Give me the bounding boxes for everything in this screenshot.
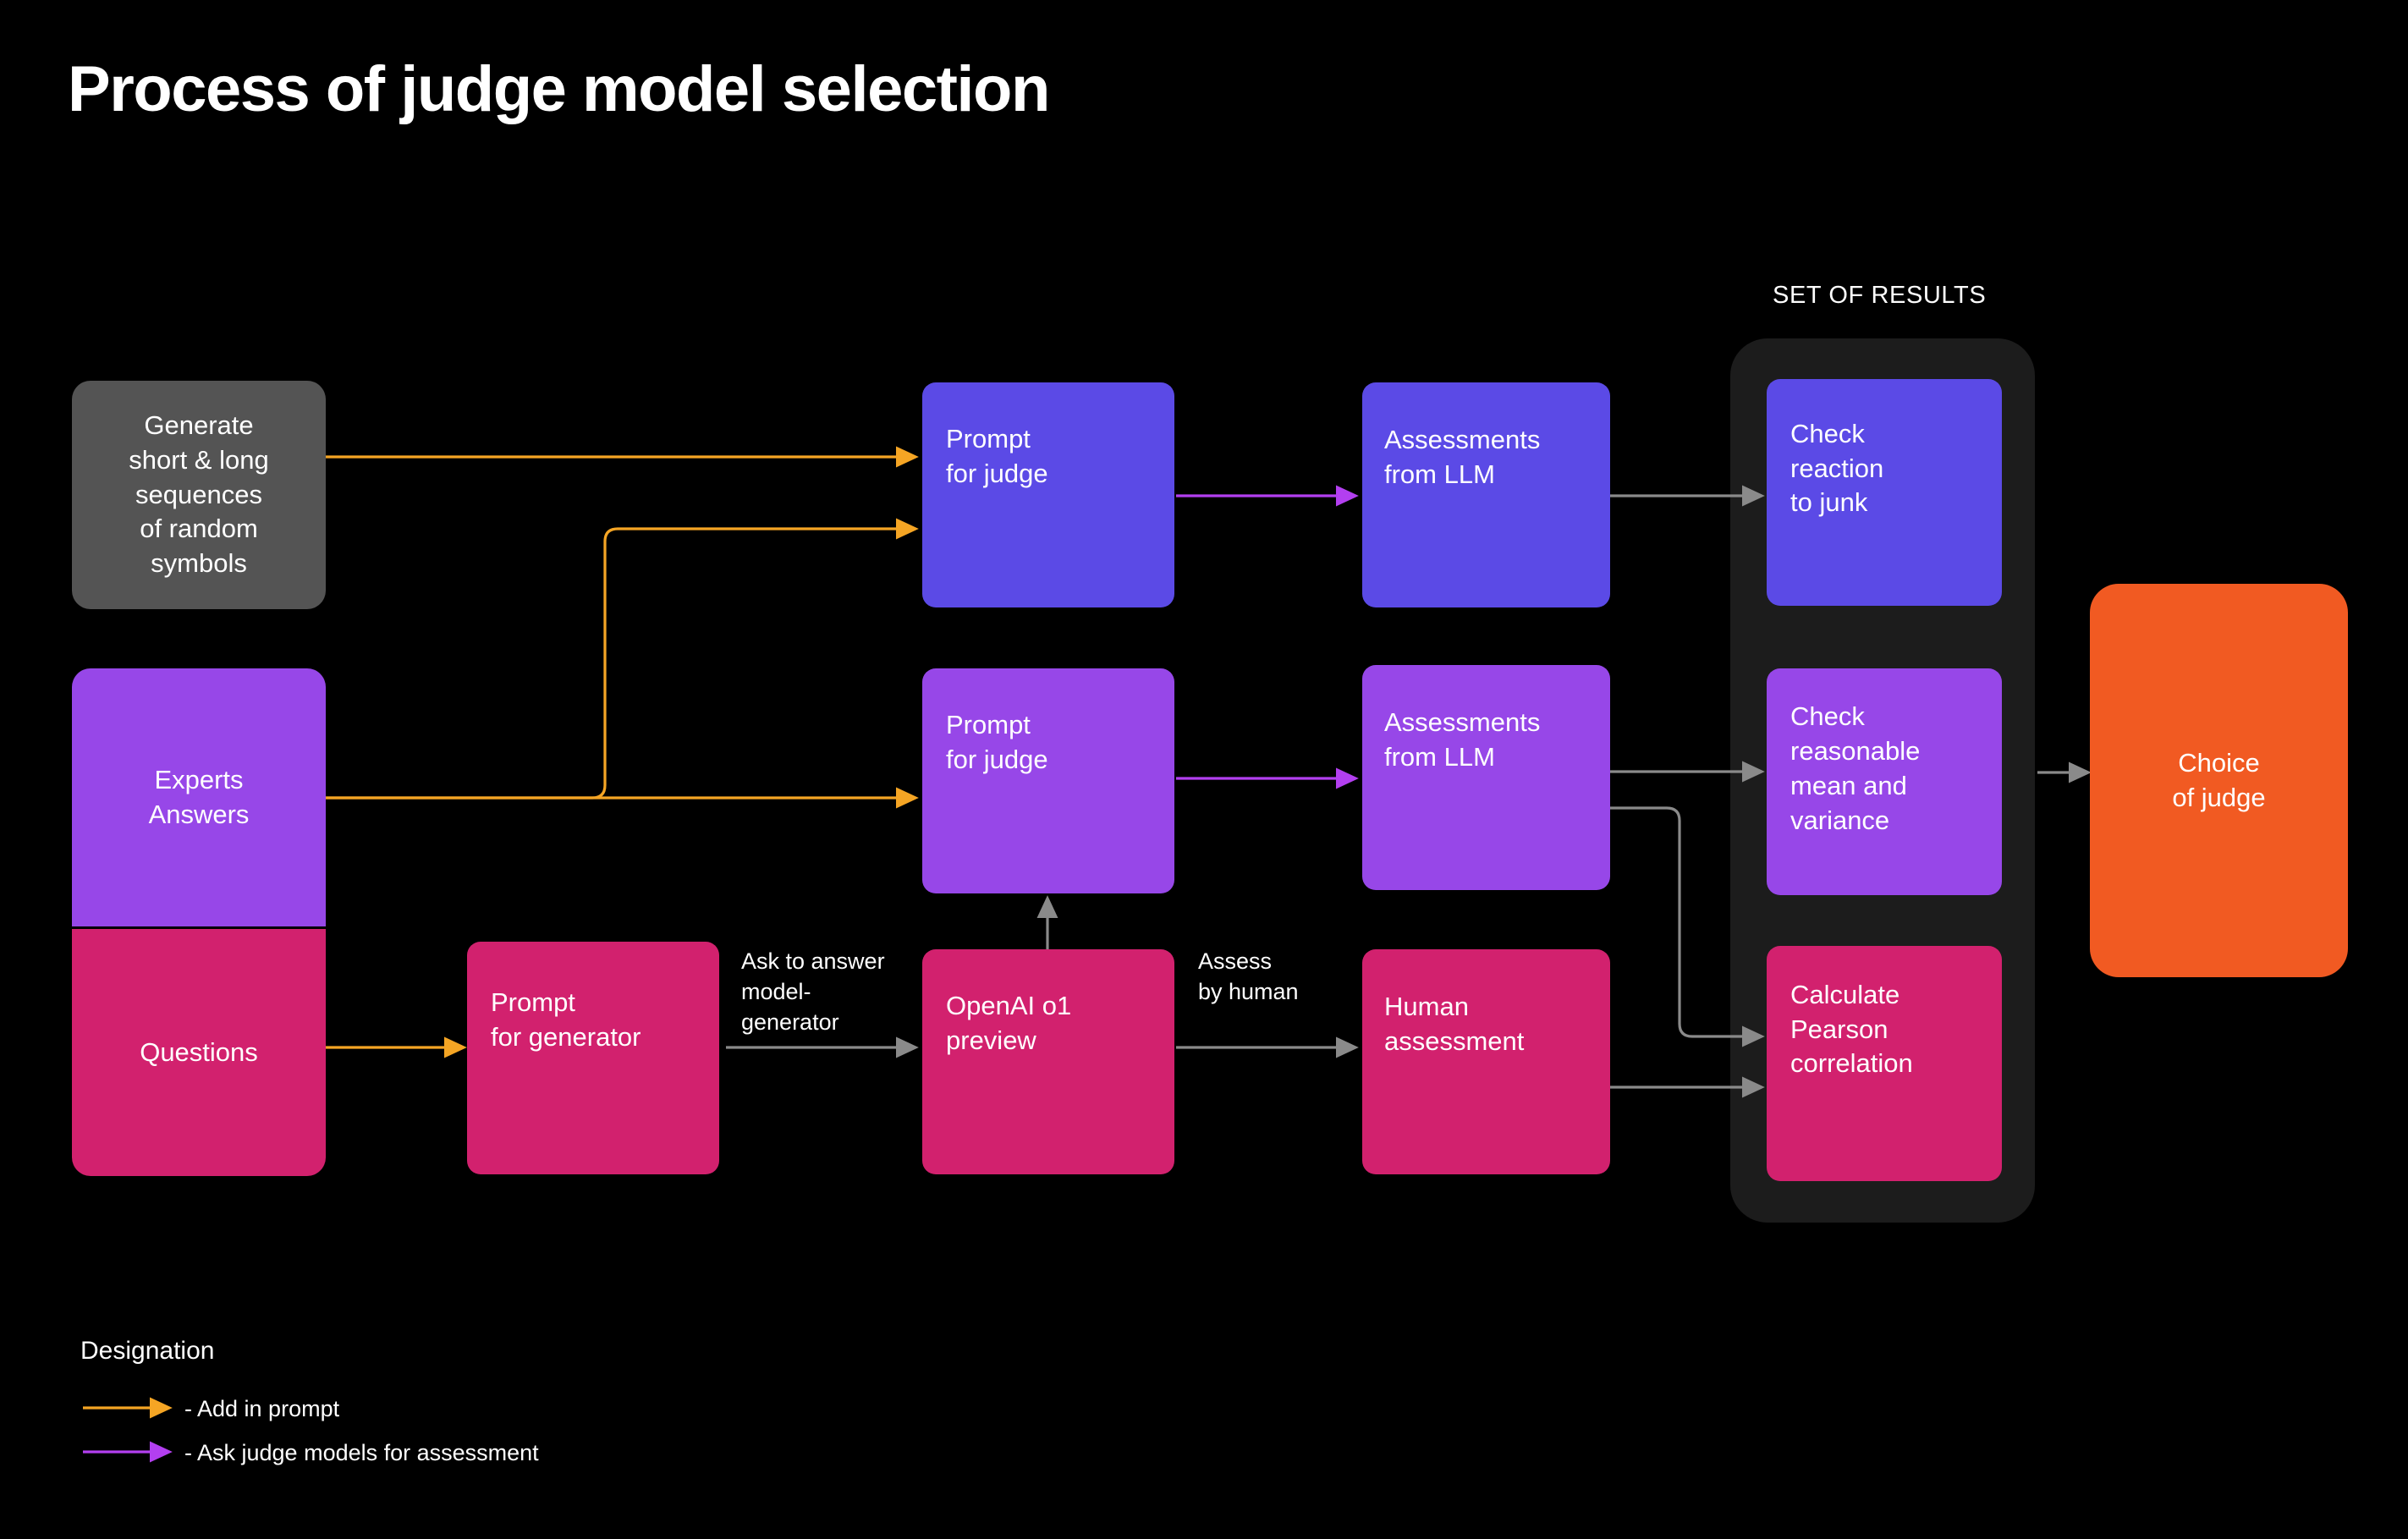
page-title: Process of judge model selection [68,53,1050,125]
node-experts-answers[interactable]: Experts Answers [72,668,326,926]
node-human-assessment[interactable]: Human assessment [1362,949,1610,1174]
node-prompt-for-judge-top[interactable]: Prompt for judge [922,382,1174,607]
legend-item-add-in-prompt: - Add in prompt [184,1396,340,1421]
node-experts-answers-label: Experts Answers [148,764,250,829]
node-prompt-for-generator-label: Prompt for generator [491,987,641,1052]
node-openai-o1-preview-label: OpenAI o1 preview [946,991,1072,1055]
node-choice-of-judge[interactable]: Choice of judge [2090,584,2348,977]
edge-label-ask-to-answer: Ask to answer model- generator [741,948,885,1036]
node-prompt-for-generator[interactable]: Prompt for generator [467,942,719,1174]
node-questions-label: Questions [140,1036,258,1067]
node-check-mean-variance-label: Check reasonable mean and variance [1790,701,1921,835]
node-prompt-for-judge-mid[interactable]: Prompt for judge [922,668,1174,893]
node-questions[interactable]: Questions [72,929,326,1176]
node-assessments-from-llm-mid[interactable]: Assessments from LLM [1362,665,1610,890]
legend-item-ask-judge-models: - Ask judge models for assessment [184,1440,539,1465]
node-prompt-for-judge-top-label: Prompt for judge [946,424,1048,488]
node-check-mean-variance[interactable]: Check reasonable mean and variance [1767,668,2002,895]
node-prompt-for-judge-mid-label: Prompt for judge [946,710,1048,774]
node-assessments-from-llm-top[interactable]: Assessments from LLM [1362,382,1610,607]
diagram-canvas: Process of judge model selection SET OF … [0,0,2408,1539]
node-generate-random-symbols[interactable]: Generate short & long sequences of rando… [72,381,326,609]
node-openai-o1-preview[interactable]: OpenAI o1 preview [922,949,1174,1174]
node-check-reaction-to-junk[interactable]: Check reaction to junk [1767,379,2002,606]
node-assessments-from-llm-mid-label: Assessments from LLM [1384,707,1541,772]
node-generate-random-symbols-label: Generate short & long sequences of rando… [129,409,269,579]
set-of-results-label: SET OF RESULTS [1773,282,1987,309]
legend-title: Designation [80,1337,215,1365]
node-check-reaction-to-junk-label: Check reaction to junk [1790,418,1884,518]
edge-label-assess-by-human: Assess by human [1198,948,1299,1005]
connector-layer [83,446,2092,1463]
node-calculate-pearson[interactable]: Calculate Pearson correlation [1767,946,2002,1181]
node-calculate-pearson-label: Calculate Pearson correlation [1790,979,1913,1079]
node-human-assessment-label: Human assessment [1384,992,1525,1056]
node-assessments-from-llm-top-label: Assessments from LLM [1384,425,1541,489]
node-choice-of-judge-label: Choice of judge [2172,747,2266,812]
